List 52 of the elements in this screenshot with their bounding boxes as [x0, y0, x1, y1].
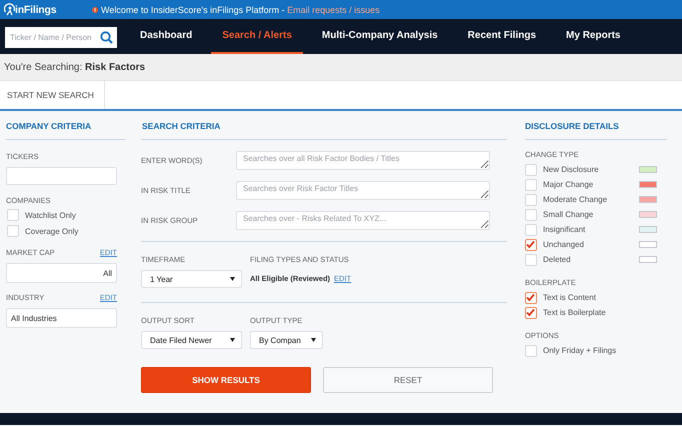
checkbox[interactable]: [525, 178, 537, 190]
checkbox-label: Coverage Only: [25, 226, 78, 236]
checkbox[interactable]: [525, 254, 537, 266]
text-area[interactable]: Searches over all Risk Factor Bodies / Titles: [236, 150, 490, 170]
checkbox-label: Deleted: [543, 255, 572, 264]
section-heading: COMPANY CRITERIA: [6, 111, 126, 140]
output-type-select[interactable]: By Compan: [250, 331, 323, 349]
dropdown-icon: [230, 338, 235, 342]
section-heading: SEARCH CRITERIA: [141, 120, 222, 133]
search-field[interactable]: Ticker / Name / Person: [5, 27, 117, 48]
welcome-message: Welcome to InsiderScore's inFilings Platform - Email requests / issues: [101, 4, 380, 14]
reset-button[interactable]: RESET: [323, 367, 493, 393]
checkbox[interactable]: [525, 344, 537, 356]
logo-icon: [4, 3, 15, 16]
checkbox[interactable]: [525, 224, 537, 236]
market-cap-field[interactable]: All: [6, 263, 117, 283]
tickers-field[interactable]: [6, 167, 117, 185]
dropdown-icon: [311, 338, 316, 342]
timeframe-select[interactable]: 1 Year: [141, 270, 242, 288]
checkbox-label: Text is Boilerplate: [543, 308, 607, 317]
checkbox-label: Major Change: [543, 180, 594, 189]
checkbox-label: New Disclosure: [543, 165, 600, 174]
output-sort-select[interactable]: Date Filed Newer: [141, 331, 242, 349]
logo-text: inFilings: [15, 4, 56, 16]
searching-label: You're Searching: Risk Factors: [4, 62, 146, 72]
dropdown-icon: [230, 277, 235, 281]
text-area[interactable]: Searches over - Risks Related To XYZ...: [236, 210, 490, 230]
industry-field[interactable]: All Industries: [6, 308, 117, 328]
checkbox-label: Text is Content: [543, 293, 597, 302]
checkbox-label: Insignificant: [543, 225, 586, 234]
checkbox-label: Only Friday + Filings: [543, 346, 618, 355]
checkbox[interactable]: [525, 208, 537, 220]
search-icon: [100, 31, 113, 44]
checkbox[interactable]: [525, 194, 537, 206]
show-results-button[interactable]: SHOW RESULTS: [141, 367, 311, 393]
text-area[interactable]: Searches over Risk Factor Titles: [236, 180, 490, 200]
checkbox-label: Moderate Change: [543, 195, 608, 204]
checkbox[interactable]: [525, 164, 537, 176]
nav-tab[interactable]: Dashboard: [129, 19, 204, 54]
checkbox[interactable]: [525, 238, 537, 250]
nav-tab[interactable]: Multi-Company Analysis: [310, 19, 449, 54]
checkbox[interactable]: [525, 306, 537, 318]
nav-tab[interactable]: Recent Filings: [456, 19, 548, 54]
alert-icon: [92, 6, 98, 12]
checkbox-label: Unchanged: [543, 240, 585, 249]
checkbox[interactable]: [525, 292, 537, 304]
nav-tab[interactable]: My Reports: [555, 19, 632, 54]
section-heading: DISCLOSURE DETAILS: [525, 111, 667, 140]
checkbox-label: Watchlist Only: [25, 210, 76, 220]
checkbox-label: Small Change: [543, 210, 594, 219]
checkbox[interactable]: [7, 209, 19, 221]
checkbox[interactable]: [7, 225, 19, 237]
